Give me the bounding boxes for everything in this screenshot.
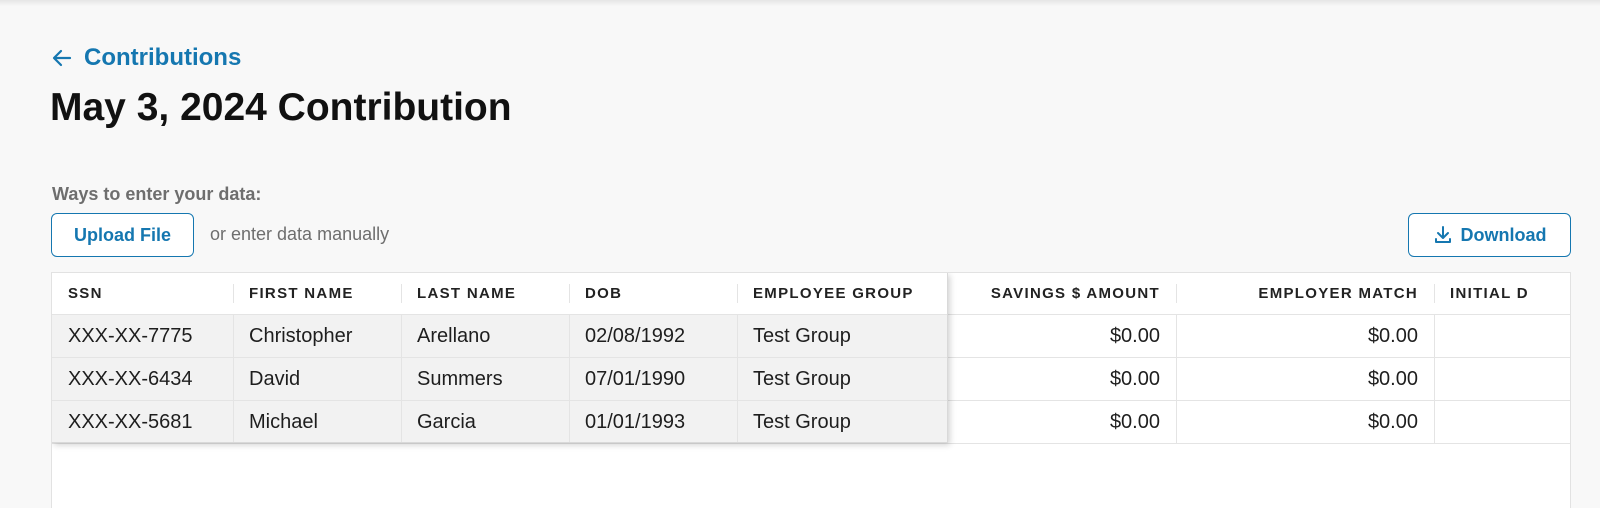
page-title: May 3, 2024 Contribution: [50, 86, 512, 129]
download-label: Download: [1460, 224, 1547, 245]
manual-entry-text: or enter data manually: [210, 224, 390, 244]
cell-dob[interactable]: 01/01/1993: [569, 401, 737, 443]
download-button[interactable]: Download: [1408, 213, 1571, 257]
cell-last-name[interactable]: Arellano: [401, 315, 569, 357]
cell-first-name[interactable]: David: [233, 358, 401, 400]
upload-file-label: Upload File: [73, 224, 171, 245]
column-header-first-name[interactable]: FIRST NAME: [233, 273, 401, 314]
table-row: XXX-XX-7775 Christopher Arellano 02/08/1…: [52, 315, 1570, 358]
column-header-dob[interactable]: DOB: [569, 273, 737, 314]
back-link-label[interactable]: Contributions: [84, 44, 241, 72]
contribution-table: SSN FIRST NAME LAST NAME DOB EMPLOYEE GR…: [51, 272, 1571, 508]
cell-first-name[interactable]: Michael: [233, 401, 401, 443]
cell-last-name[interactable]: Garcia: [401, 401, 569, 443]
column-header-employee-group[interactable]: EMPLOYEE GROUP: [737, 273, 948, 314]
top-bar-shadow: [0, 0, 1600, 6]
column-header-initial[interactable]: INITIAL D: [1434, 273, 1570, 314]
cell-employee-group[interactable]: Test Group: [737, 358, 948, 400]
cell-ssn[interactable]: XXX-XX-6434: [52, 358, 232, 400]
cell-first-name[interactable]: Christopher: [233, 315, 401, 357]
cell-dob[interactable]: 07/01/1990: [569, 358, 737, 400]
download-icon: [1434, 226, 1451, 243]
table-header-row: SSN FIRST NAME LAST NAME DOB EMPLOYEE GR…: [52, 273, 1570, 315]
table-row: XXX-XX-5681 Michael Garcia 01/01/1993 Te…: [52, 401, 1570, 444]
cell-savings-amount[interactable]: $0.00: [948, 315, 1176, 357]
cell-last-name[interactable]: Summers: [401, 358, 569, 400]
arrow-left-icon: [52, 49, 72, 67]
cell-savings-amount[interactable]: $0.00: [948, 401, 1176, 443]
cell-ssn[interactable]: XXX-XX-7775: [52, 315, 232, 357]
table-row: XXX-XX-6434 David Summers 07/01/1990 Tes…: [52, 358, 1570, 401]
ways-to-enter-label: Ways to enter your data:: [52, 184, 262, 204]
back-to-contributions-link[interactable]: Contributions: [52, 44, 241, 72]
cell-dob[interactable]: 02/08/1992: [569, 315, 737, 357]
cell-initial[interactable]: [1434, 401, 1570, 443]
column-header-savings-amount[interactable]: SAVINGS $ AMOUNT: [948, 273, 1176, 314]
cell-initial[interactable]: [1434, 315, 1570, 357]
cell-initial[interactable]: [1434, 358, 1570, 400]
cell-employee-group[interactable]: Test Group: [737, 315, 948, 357]
cell-employer-match[interactable]: $0.00: [1176, 401, 1434, 443]
cell-employer-match[interactable]: $0.00: [1176, 358, 1434, 400]
cell-employer-match[interactable]: $0.00: [1176, 315, 1434, 357]
cell-ssn[interactable]: XXX-XX-5681: [52, 401, 232, 443]
cell-employee-group[interactable]: Test Group: [737, 401, 948, 443]
upload-file-button[interactable]: Upload File: [51, 213, 194, 257]
column-header-ssn[interactable]: SSN: [52, 273, 232, 314]
cell-savings-amount[interactable]: $0.00: [948, 358, 1176, 400]
column-header-employer-match[interactable]: EMPLOYER MATCH: [1176, 273, 1434, 314]
column-header-last-name[interactable]: LAST NAME: [401, 273, 569, 314]
